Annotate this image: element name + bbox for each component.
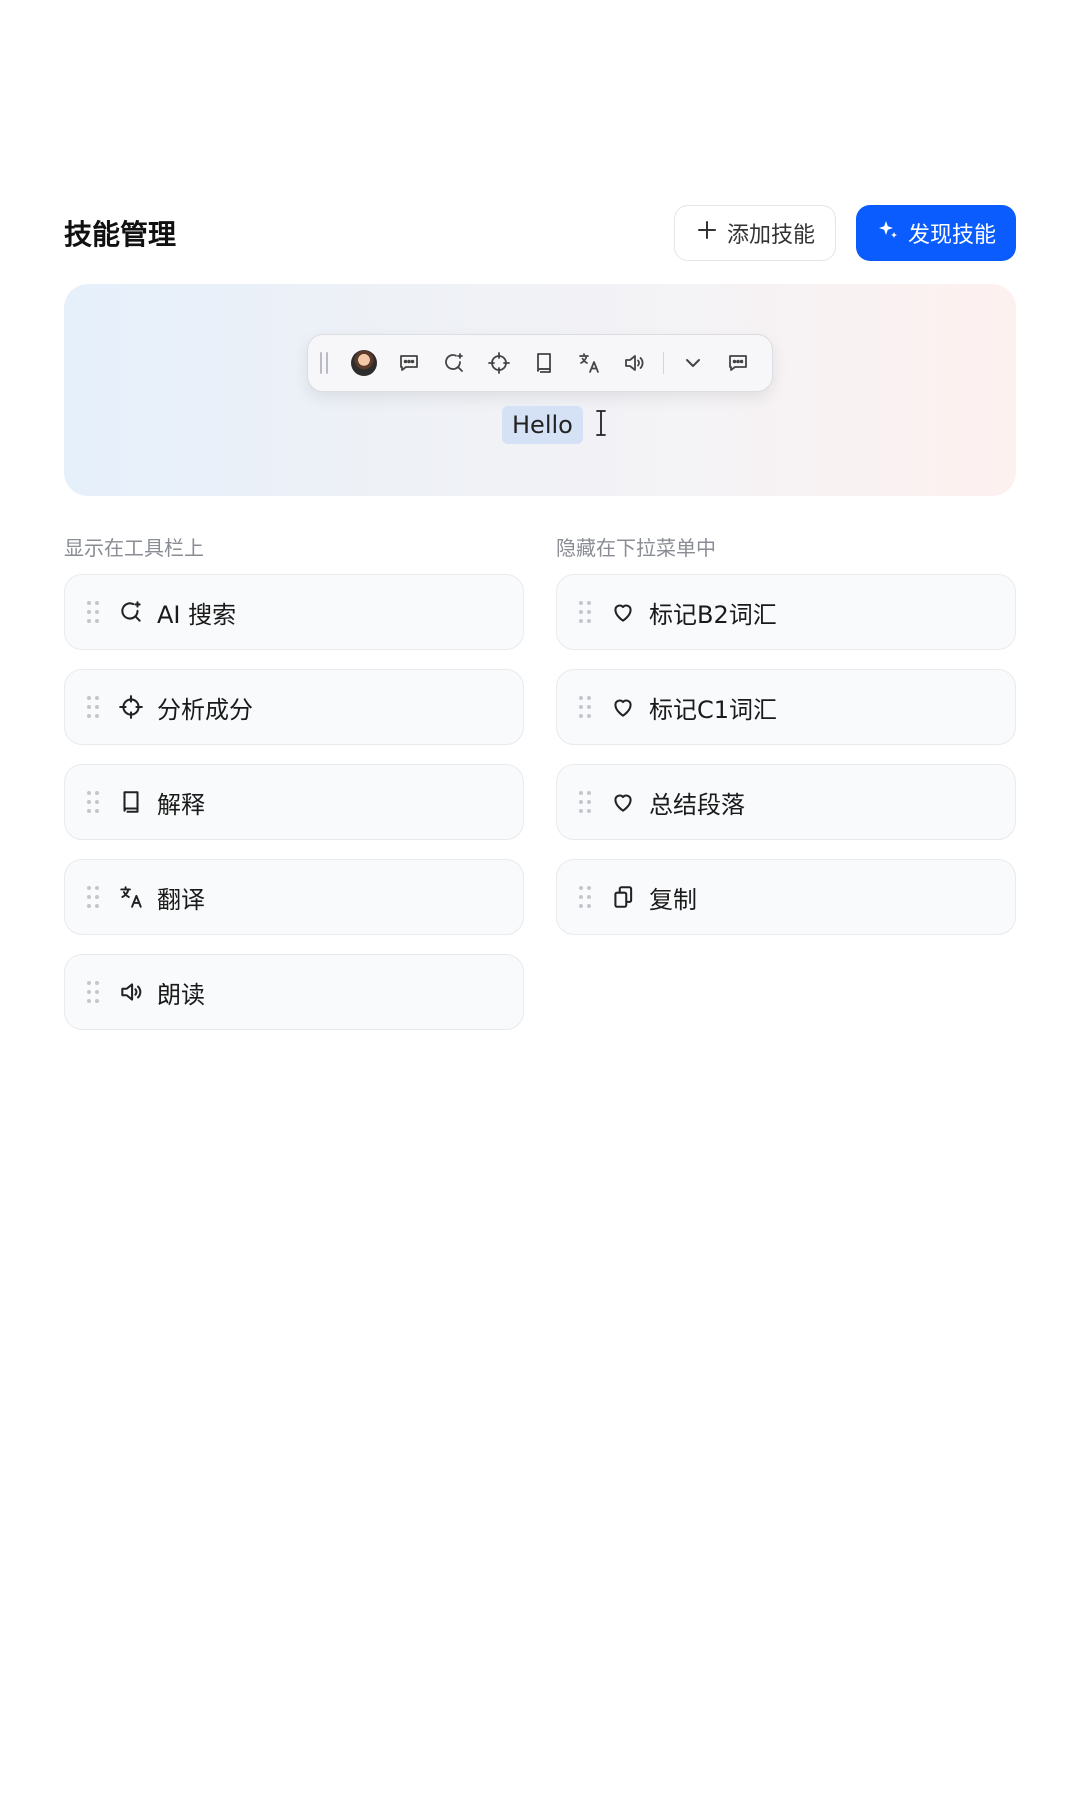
sparkle-icon <box>876 218 900 248</box>
plus-icon <box>695 218 719 248</box>
header: 技能管理 添加技能 发现技能 <box>64 205 1016 261</box>
skill-item-explain[interactable]: 解释 <box>64 764 524 840</box>
skill-label: 复制 <box>649 885 697 914</box>
skill-label: AI 搜索 <box>157 600 237 629</box>
skill-label: 翻译 <box>157 885 205 914</box>
skill-item-summarize[interactable]: 总结段落 <box>556 764 1016 840</box>
toolbar-divider <box>663 352 664 374</box>
toolbar-skills-column: 显示在工具栏上 AI 搜索 分析成分 解释 翻译 朗读 <box>64 534 524 1049</box>
toolbar-drag-handle[interactable] <box>320 352 330 374</box>
section-label: 显示在工具栏上 <box>64 536 204 560</box>
heart-icon <box>609 788 637 816</box>
add-skill-label: 添加技能 <box>726 222 815 247</box>
drag-handle-icon[interactable] <box>87 601 99 623</box>
drag-handle-icon[interactable] <box>87 696 99 718</box>
book-icon <box>117 788 145 816</box>
translate-icon[interactable] <box>567 343 612 383</box>
drag-handle-icon[interactable] <box>87 981 99 1003</box>
skill-item-ai-search[interactable]: AI 搜索 <box>64 574 524 650</box>
page-title: 技能管理 <box>64 218 177 251</box>
drag-handle-icon[interactable] <box>579 601 591 623</box>
discover-skill-button[interactable]: 发现技能 <box>855 205 1016 261</box>
skill-label: 分析成分 <box>157 695 253 724</box>
book-icon[interactable] <box>522 343 567 383</box>
skill-item-read-aloud[interactable]: 朗读 <box>64 954 524 1030</box>
header-actions: 添加技能 发现技能 <box>673 205 1016 261</box>
chevron-down-icon[interactable] <box>670 343 715 383</box>
skill-item-translate[interactable]: 翻译 <box>64 859 524 935</box>
selected-text: Hello <box>502 406 583 444</box>
ai-search-icon[interactable] <box>432 343 477 383</box>
drag-handle-icon[interactable] <box>579 886 591 908</box>
avatar <box>351 350 378 376</box>
heart-icon <box>609 693 637 721</box>
skill-item-copy[interactable]: 复制 <box>556 859 1016 935</box>
drag-handle-icon[interactable] <box>87 886 99 908</box>
toolbar-preview: Hello <box>64 284 1016 496</box>
discover-skill-label: 发现技能 <box>907 222 996 247</box>
section-label: 隐藏在下拉菜单中 <box>556 536 716 560</box>
drag-handle-icon[interactable] <box>579 696 591 718</box>
skill-label: 解释 <box>157 790 205 819</box>
preview-text: Hello <box>502 406 609 444</box>
toolbar-avatar[interactable] <box>342 343 387 383</box>
speaker-icon[interactable] <box>612 343 657 383</box>
drag-handle-icon[interactable] <box>87 791 99 813</box>
ai-search-icon <box>117 598 145 626</box>
copy-icon <box>609 883 637 911</box>
floating-toolbar <box>307 334 773 392</box>
skill-label: 朗读 <box>157 980 205 1009</box>
crosshair-icon[interactable] <box>477 343 522 383</box>
comment-icon[interactable] <box>715 343 760 383</box>
text-cursor-icon <box>593 408 609 442</box>
skill-label: 总结段落 <box>649 790 745 819</box>
dropdown-skills-column: 隐藏在下拉菜单中 标记B2词汇 标记C1词汇 总结段落 复制 <box>556 534 1016 954</box>
skill-item-mark-b2[interactable]: 标记B2词汇 <box>556 574 1016 650</box>
translate-icon <box>117 883 145 911</box>
speaker-icon <box>117 978 145 1006</box>
drag-handle-icon[interactable] <box>579 791 591 813</box>
skill-label: 标记C1词汇 <box>649 695 778 724</box>
crosshair-icon <box>117 693 145 721</box>
comment-icon[interactable] <box>387 343 432 383</box>
add-skill-button[interactable]: 添加技能 <box>673 205 836 261</box>
skills-page: 技能管理 添加技能 发现技能 Hello 显示在工具栏上 AI 搜索 分析成分 … <box>0 0 1080 1800</box>
skill-item-mark-c1[interactable]: 标记C1词汇 <box>556 669 1016 745</box>
heart-icon <box>609 598 637 626</box>
skill-label: 标记B2词汇 <box>649 600 777 629</box>
skill-item-analyze[interactable]: 分析成分 <box>64 669 524 745</box>
